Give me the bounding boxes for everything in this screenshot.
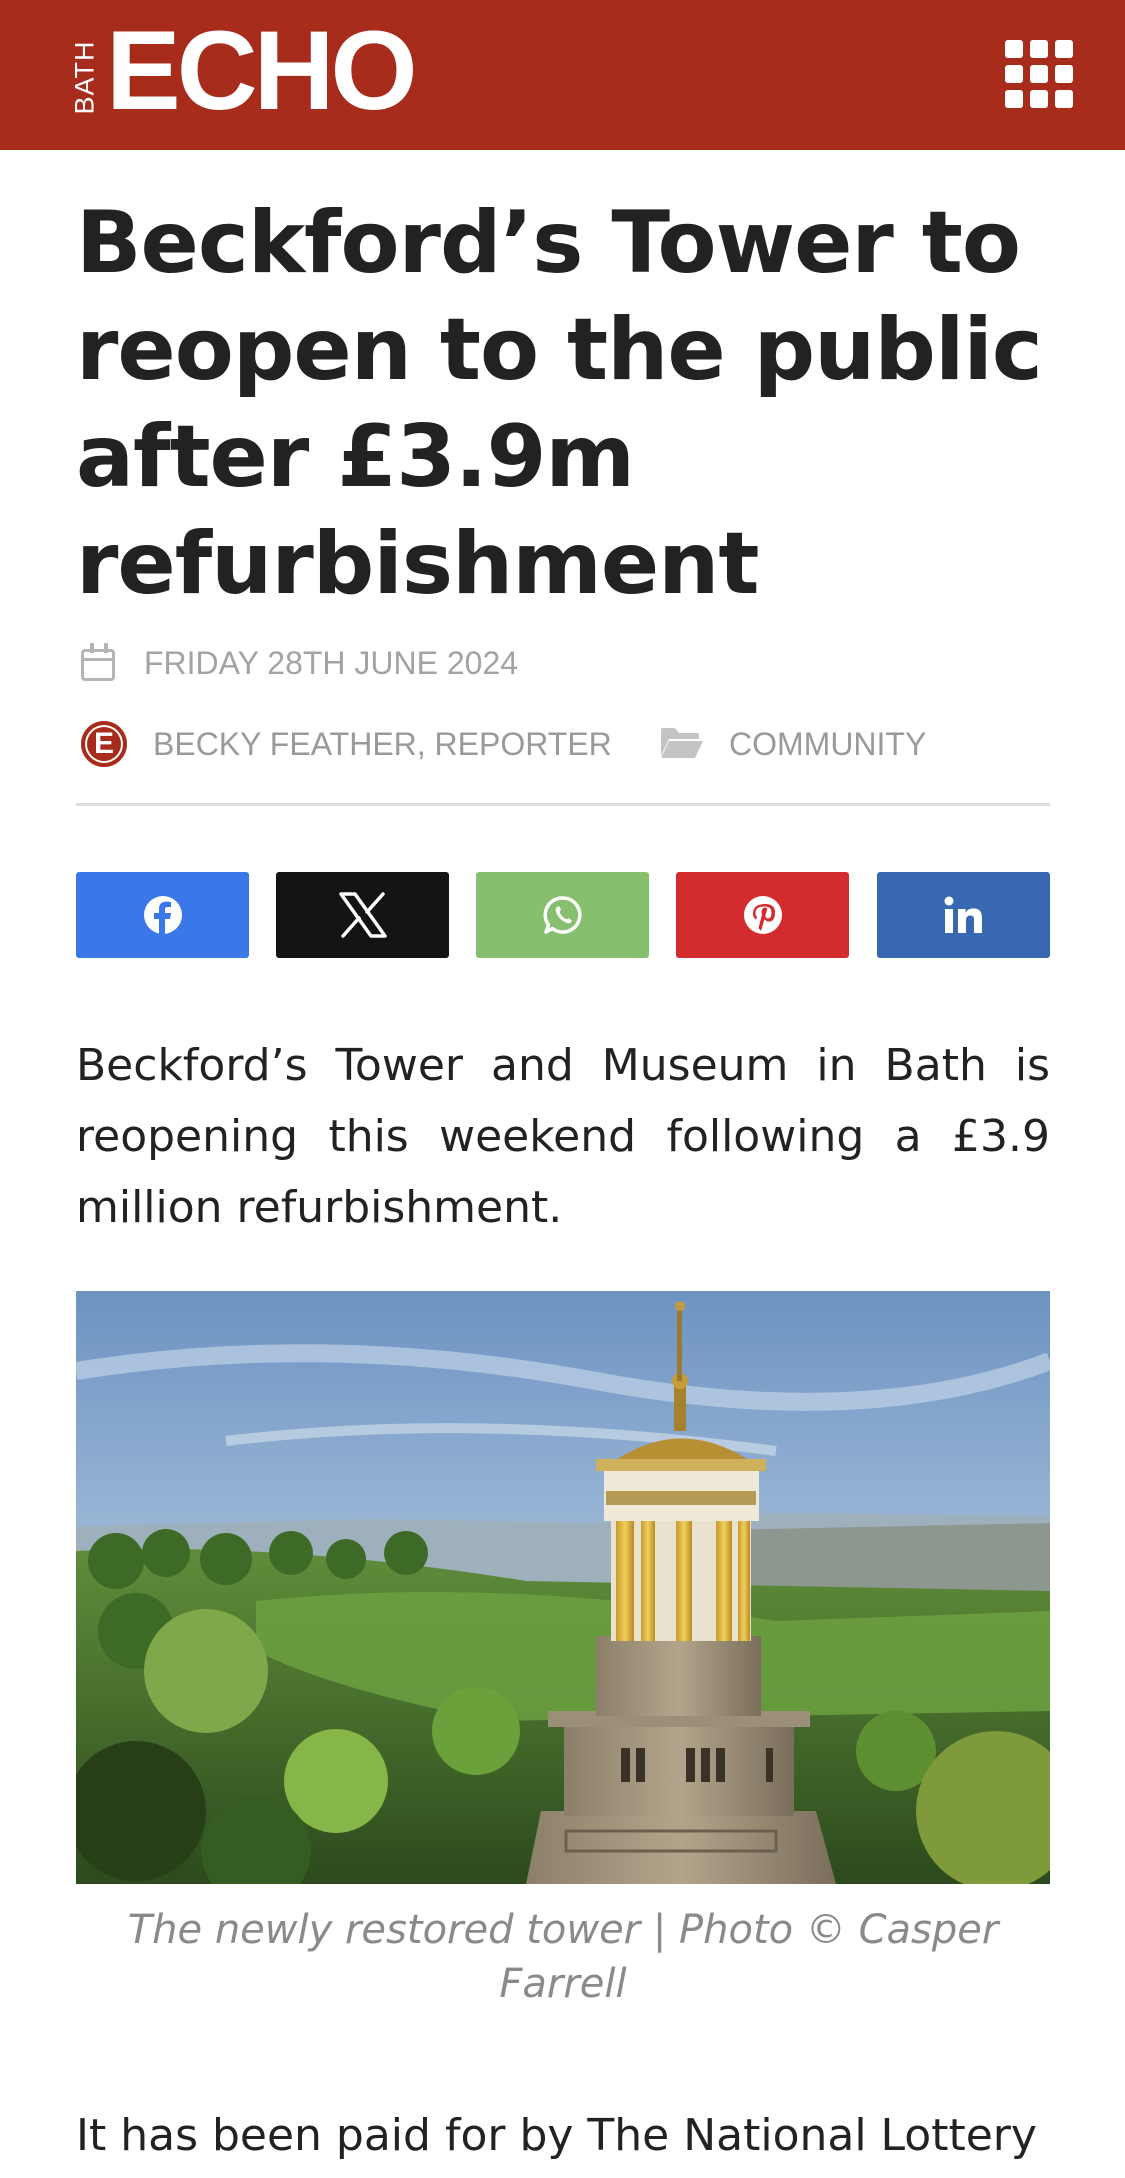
share-x-button[interactable]	[276, 872, 449, 958]
linkedin-icon	[944, 896, 982, 933]
facebook-icon	[143, 896, 182, 934]
share-facebook-button[interactable]	[76, 872, 249, 958]
byline-divider	[76, 803, 1050, 806]
calendar-icon	[81, 643, 115, 681]
share-pinterest-button[interactable]	[676, 872, 849, 958]
folder-icon	[659, 726, 705, 768]
article-category[interactable]: COMMUNITY	[729, 726, 926, 763]
share-linkedin-button[interactable]	[877, 872, 1050, 958]
site-header: BATH ECHO	[0, 0, 1125, 150]
grid-menu-icon[interactable]	[1005, 40, 1073, 108]
author-avatar: E	[81, 721, 127, 767]
article-photo[interactable]	[76, 1291, 1050, 1884]
article-lead-paragraph: Beckford’s Tower and Museum in Bath is r…	[76, 1040, 1050, 1233]
article-date: FRIDAY 28TH JUNE 2024	[144, 645, 519, 681]
article-title: Beckford’s Tower to reopen to the public…	[76, 193, 1043, 614]
author-name[interactable]: BECKY FEATHER, REPORTER	[153, 726, 612, 763]
logo-wordmark: ECHO	[106, 8, 418, 133]
whatsapp-icon	[543, 896, 582, 934]
photo-caption: The newly restored tower | Photo © Caspe…	[127, 1907, 999, 2007]
article-paragraph: It has been paid for by The National Lot…	[76, 2110, 1037, 2161]
share-whatsapp-button[interactable]	[476, 872, 649, 958]
x-icon	[338, 892, 387, 938]
pinterest-icon	[743, 896, 782, 934]
tower-landscape-image	[76, 1291, 1050, 1884]
